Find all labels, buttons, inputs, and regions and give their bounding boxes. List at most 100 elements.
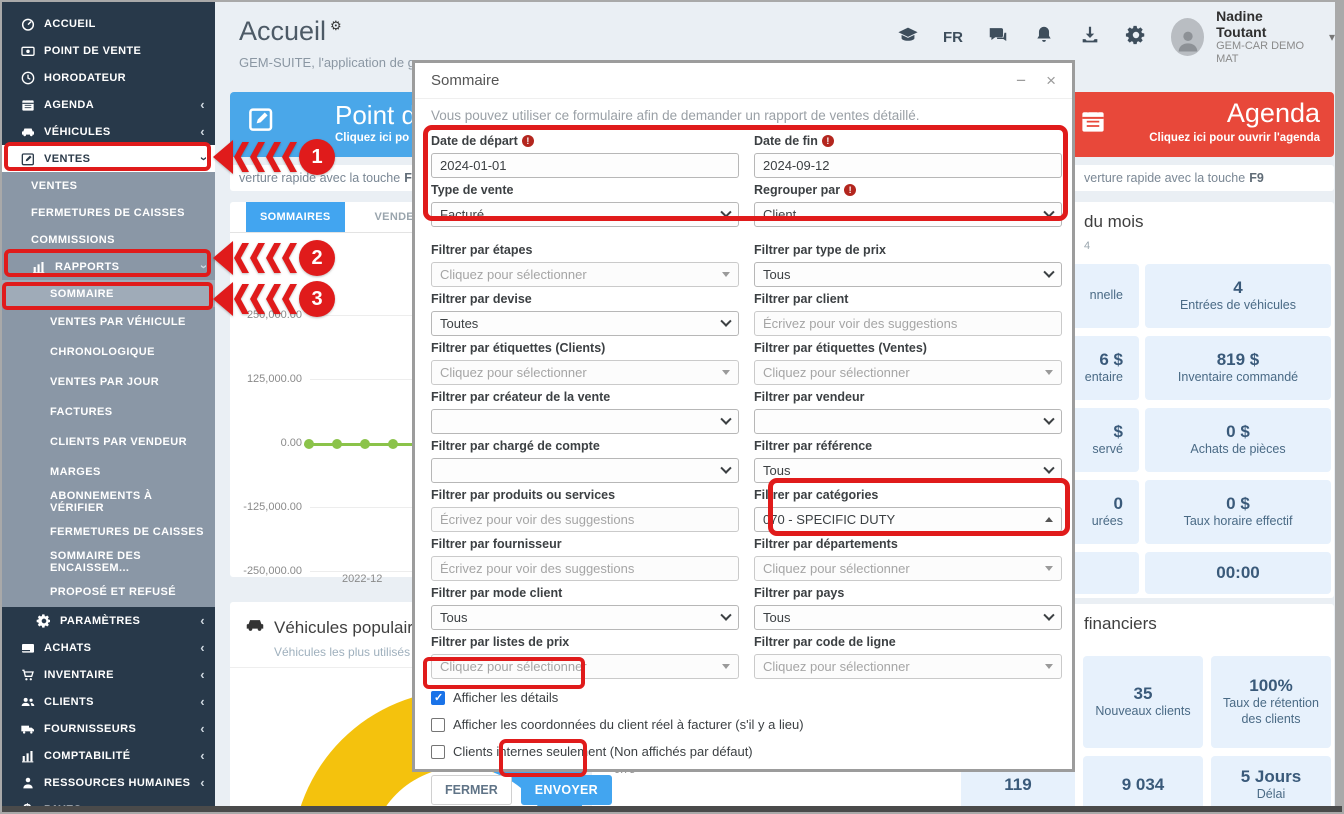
x-tick: 2022-12 <box>342 573 382 585</box>
chevron-down-icon <box>720 206 731 217</box>
creator-select[interactable] <box>431 409 739 434</box>
categories-select[interactable]: 070 - SPECIFIC DUTY <box>754 507 1062 532</box>
stat-card-inventaire-commande[interactable]: 819 $Inventaire commandé <box>1145 336 1331 400</box>
sidebar-item-sommaire-des-encaissements[interactable]: SOMMAIRE DES ENCAISSEM... <box>2 547 215 577</box>
ventes-submenu: VENTES FERMETURES DE CAISSES COMMISSIONS… <box>2 172 215 607</box>
line-code-multiselect[interactable]: Cliquez pour sélectionner <box>754 654 1062 679</box>
field-etiquettes-clients: Filtrer par étiquettes (Clients) Cliquez… <box>431 341 739 385</box>
price-type-select[interactable]: Tous <box>754 262 1062 287</box>
field-departements: Filtrer par départements Cliquez pour sé… <box>754 537 1062 581</box>
y-tick: 0.00 <box>238 437 302 449</box>
cash-icon <box>19 42 36 59</box>
sidebar-item-clients[interactable]: CLIENTS‹ <box>2 688 215 715</box>
avatar[interactable] <box>1171 18 1204 56</box>
sidebar-item-inventaire[interactable]: INVENTAIRE‹ <box>2 661 215 688</box>
checkbox-unchecked-icon[interactable] <box>431 745 445 759</box>
sidebar-item-fournisseurs[interactable]: FOURNISSEURS‹ <box>2 715 215 742</box>
sidebar-item-ventes-par-jour[interactable]: VENTES PAR JOUR <box>2 367 215 397</box>
gear-icon[interactable]: ⚙ <box>330 18 342 33</box>
field-etapes: Filtrer par étapes Cliquez pour sélectio… <box>431 243 739 287</box>
departments-multiselect[interactable]: Cliquez pour sélectionner <box>754 556 1062 581</box>
language-selector[interactable]: FR <box>943 29 963 46</box>
modal-description: Vous pouvez utiliser ce formulaire afin … <box>415 99 1072 128</box>
sidebar-item-horodateur[interactable]: HORODATEUR <box>2 64 215 91</box>
client-input[interactable]: Écrivez pour voir des suggestions <box>754 311 1062 336</box>
checkbox-clients-internes[interactable]: Clients internes seulement (Non affichés… <box>415 738 1072 765</box>
minimize-icon[interactable]: − <box>1016 72 1026 89</box>
sidebar-item-chronologique[interactable]: CHRONOLOGIQUE <box>2 337 215 367</box>
account-manager-select[interactable] <box>431 458 739 483</box>
checkbox-afficher-details[interactable]: Afficher les détails <box>415 684 1072 711</box>
field-categories: Filtrer par catégories 070 - SPECIFIC DU… <box>754 488 1062 532</box>
sidebar-item-sommaire[interactable]: SOMMAIRE <box>2 280 215 307</box>
download-icon[interactable] <box>1079 24 1101 51</box>
sidebar-item-comptabilite[interactable]: COMPTABILITÉ‹ <box>2 742 215 769</box>
agenda-title: Agenda <box>1227 98 1320 129</box>
sidebar-item-vehicules[interactable]: VÉHICULES ‹ <box>2 118 215 145</box>
tags-clients-multiselect[interactable]: Cliquez pour sélectionner <box>431 360 739 385</box>
tags-sales-multiselect[interactable]: Cliquez pour sélectionner <box>754 360 1062 385</box>
stat-card-entrees-vehicules[interactable]: 4Entrées de véhicules <box>1145 264 1331 328</box>
supplier-input[interactable]: Écrivez pour voir des suggestions <box>431 556 739 581</box>
currency-select[interactable]: Toutes <box>431 311 739 336</box>
fermer-button[interactable]: FERMER <box>431 775 512 805</box>
seller-select[interactable] <box>754 409 1062 434</box>
chat-icon[interactable] <box>987 24 1009 51</box>
sidebar-item-propose-et-refuse[interactable]: PROPOSÉ ET REFUSÉ <box>2 577 215 607</box>
envoyer-button[interactable]: ENVOYER <box>521 775 612 805</box>
stat-card-achats-de-pieces[interactable]: 0 $Achats de pièces <box>1145 408 1331 472</box>
stat-card-taux-retention[interactable]: 100%Taux de rétention des clients <box>1211 656 1331 748</box>
chevron-down-icon <box>1043 266 1054 277</box>
country-select[interactable]: Tous <box>754 605 1062 630</box>
sidebar-item-commissions[interactable]: COMMISSIONS <box>2 226 215 253</box>
caret-down-icon <box>1045 566 1053 571</box>
graduation-cap-icon[interactable] <box>897 24 919 51</box>
sidebar-item-ressources-humaines[interactable]: RESSOURCES HUMAINES‹ <box>2 769 215 796</box>
car-icon <box>19 123 36 140</box>
sidebar-item-marges[interactable]: MARGES <box>2 457 215 487</box>
group-by-select[interactable]: Client <box>754 202 1062 227</box>
user-org: GEM-CAR DEMO MAT <box>1216 40 1315 65</box>
checkbox-checked-icon[interactable] <box>431 691 445 705</box>
sale-type-select[interactable]: Facturé <box>431 202 739 227</box>
sidebar-item-agenda[interactable]: AGENDA ‹ <box>2 91 215 118</box>
checkbox-unchecked-icon[interactable] <box>431 718 445 732</box>
sidebar-item-achats[interactable]: ACHATS‹ <box>2 634 215 661</box>
sidebar-item-ventes-sub[interactable]: VENTES <box>2 172 215 199</box>
stat-card-nouveaux-clients[interactable]: 35Nouveaux clients <box>1083 656 1203 748</box>
stat-card-time[interactable]: 00:00 <box>1145 552 1331 594</box>
sidebar-item-accueil[interactable]: ACCUEIL <box>2 10 215 37</box>
sidebar-item-ventes-par-vehicule[interactable]: VENTES PAR VÉHICULE <box>2 307 215 337</box>
user-menu[interactable]: Nadine Toutant GEM-CAR DEMO MAT <box>1216 8 1315 65</box>
sidebar-item-fermetures-de-caisses-rapport[interactable]: FERMETURES DE CAISSES <box>2 517 215 547</box>
chevron-left-icon: ‹ <box>200 667 205 682</box>
sidebar-item-abonnements-a-verifier[interactable]: ABONNEMENTS À VÉRIFIER <box>2 487 215 517</box>
financial-section-title: financiers <box>1084 614 1157 634</box>
tab-sommaires[interactable]: SOMMAIRES <box>246 202 345 232</box>
products-input[interactable]: Écrivez pour voir des suggestions <box>431 507 739 532</box>
sidebar-item-factures[interactable]: FACTURES <box>2 397 215 427</box>
stat-card-taux-horaire[interactable]: 0 $Taux horaire effectif <box>1145 480 1331 544</box>
sidebar-item-ventes[interactable]: VENTES ‹ <box>2 145 215 172</box>
gear-icon[interactable] <box>1125 24 1147 51</box>
steps-multiselect[interactable]: Cliquez pour sélectionner <box>431 262 739 287</box>
month-section-title: du mois <box>1084 212 1144 232</box>
bell-icon[interactable] <box>1033 24 1055 51</box>
date-start-input[interactable]: 2024-01-01 <box>431 153 739 178</box>
sidebar-item-fermetures-de-caisses[interactable]: FERMETURES DE CAISSES <box>2 199 215 226</box>
reference-select[interactable]: Tous <box>754 458 1062 483</box>
client-mode-select[interactable]: Tous <box>431 605 739 630</box>
sidebar-item-rapports[interactable]: RAPPORTS ‹ <box>2 253 215 280</box>
date-end-input[interactable]: 2024-09-12 <box>754 153 1062 178</box>
sidebar-label: AGENDA <box>44 99 94 111</box>
truck-icon <box>19 720 36 737</box>
checkbox-coordonnees-client[interactable]: Afficher les coordonnées du client réel … <box>415 711 1072 738</box>
close-icon[interactable]: × <box>1046 72 1056 89</box>
price-lists-multiselect[interactable]: Cliquez pour sélectionner <box>431 654 739 679</box>
chevron-down-icon <box>720 609 731 620</box>
sidebar-item-point-de-vente[interactable]: POINT DE VENTE <box>2 37 215 64</box>
sidebar-item-parametres[interactable]: PARAMÈTRES ‹ <box>2 607 215 634</box>
pencil-square-icon <box>246 104 276 134</box>
sidebar-item-clients-par-vendeur[interactable]: CLIENTS PAR VENDEUR <box>2 427 215 457</box>
caret-down-icon <box>722 272 730 277</box>
